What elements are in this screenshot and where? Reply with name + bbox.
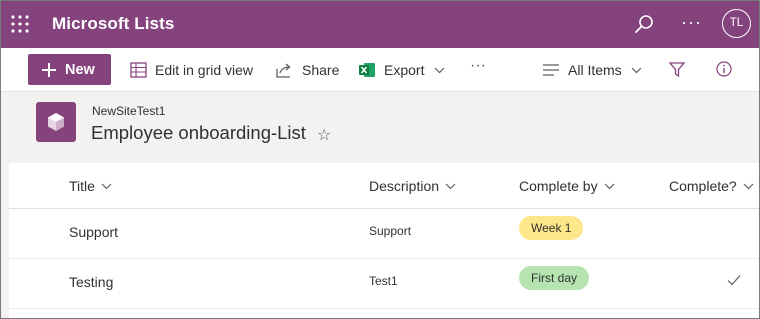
edit-grid-view-label: Edit in grid view xyxy=(155,62,254,78)
favorite-star-icon[interactable]: ☆ xyxy=(317,125,331,145)
new-button-label: New xyxy=(65,61,95,78)
search-icon[interactable] xyxy=(634,14,654,34)
column-header-label: Title xyxy=(69,178,95,194)
app-window: Microsoft Lists ··· TL New Edit in grid … xyxy=(0,0,760,319)
export-button[interactable]: Export xyxy=(359,61,445,79)
chevron-down-icon xyxy=(631,67,642,73)
checkmark-icon xyxy=(727,275,741,286)
column-header-complete-by[interactable]: Complete by xyxy=(519,178,615,194)
suite-bar: Microsoft Lists ··· TL xyxy=(1,1,759,48)
complete-by-pill: First day xyxy=(519,266,590,290)
column-header-label: Complete? xyxy=(669,178,737,194)
site-logo[interactable] xyxy=(36,102,76,142)
export-label: Export xyxy=(384,62,425,78)
title-cell[interactable]: Testing xyxy=(69,274,113,290)
app-title[interactable]: Microsoft Lists xyxy=(52,14,174,34)
column-header-row: Title Description Complete by Complete? xyxy=(9,163,759,209)
column-header-label: Complete by xyxy=(519,178,598,194)
chevron-down-icon xyxy=(435,67,445,73)
grid-icon xyxy=(130,62,147,78)
share-button[interactable]: Share xyxy=(276,61,339,79)
title-cell[interactable]: Support xyxy=(69,224,118,240)
description-cell: Test1 xyxy=(369,274,398,288)
chevron-down-icon xyxy=(743,183,754,189)
column-header-description[interactable]: Description xyxy=(369,178,456,194)
table-row[interactable]: Testing Test1 First day xyxy=(9,259,759,309)
share-icon xyxy=(276,63,291,78)
table-row[interactable]: Support Support Week 1 xyxy=(9,209,759,259)
view-label: All Items xyxy=(568,62,622,78)
app-launcher-icon[interactable] xyxy=(11,15,29,33)
column-header-title[interactable]: Title xyxy=(69,178,112,194)
new-button[interactable]: New xyxy=(28,54,111,85)
plus-icon xyxy=(42,62,56,77)
site-name[interactable]: NewSiteTest1 xyxy=(92,104,165,118)
list-title: Employee onboarding-List xyxy=(91,122,306,143)
command-bar: New Edit in grid view Share Export ··· A… xyxy=(1,48,759,92)
filter-icon[interactable] xyxy=(669,62,685,77)
cube-icon xyxy=(48,113,64,131)
view-switcher[interactable]: All Items xyxy=(543,61,642,79)
excel-icon xyxy=(359,63,375,77)
more-icon[interactable]: ··· xyxy=(681,12,702,33)
description-cell: Support xyxy=(369,224,412,238)
chevron-down-icon xyxy=(604,183,615,189)
edit-grid-view-button[interactable]: Edit in grid view xyxy=(130,61,253,79)
chevron-down-icon xyxy=(445,183,456,189)
chevron-down-icon xyxy=(101,183,112,189)
column-header-complete[interactable]: Complete? xyxy=(669,178,754,194)
complete-by-pill: Week 1 xyxy=(519,216,584,240)
column-header-label: Description xyxy=(369,178,440,194)
more-commands-button[interactable]: ··· xyxy=(470,57,486,75)
share-label: Share xyxy=(302,62,340,78)
info-icon[interactable] xyxy=(716,61,732,77)
list-table: Title Description Complete by Complete? … xyxy=(9,163,759,318)
avatar[interactable]: TL xyxy=(722,9,751,38)
list-view-icon xyxy=(543,64,559,76)
